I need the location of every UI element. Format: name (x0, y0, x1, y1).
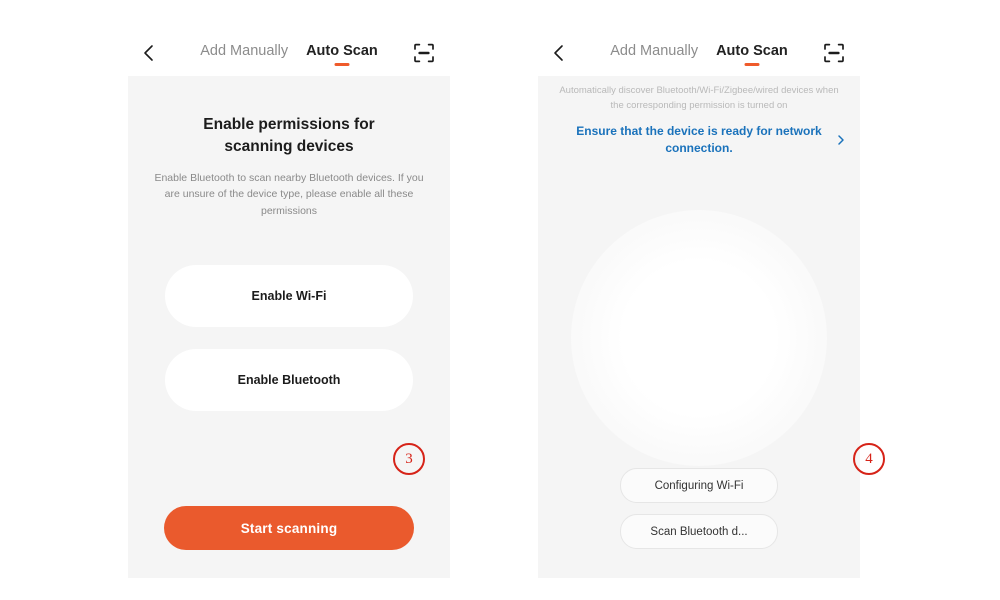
callout-badge-4: 4 (853, 443, 885, 475)
back-icon[interactable] (548, 42, 570, 64)
tab-auto-scan[interactable]: Auto Scan (716, 43, 788, 66)
scan-frame-icon[interactable] (822, 41, 846, 65)
callout-badge-3-label: 3 (405, 450, 413, 467)
device-ready-link-label: Ensure that the device is ready for netw… (576, 124, 822, 156)
start-scanning-label: Start scanning (240, 520, 338, 536)
phone-panel-left: Add Manually Auto Scan Enable permission… (128, 30, 450, 578)
configuring-wifi-label: Configuring Wi-Fi (654, 479, 744, 492)
back-icon[interactable] (138, 42, 160, 64)
page-description: Enable Bluetooth to scan nearby Bluetoot… (154, 172, 424, 217)
enable-wifi-button[interactable]: Enable Wi-Fi (165, 264, 413, 327)
tab-auto-scan-label: Auto Scan (716, 43, 788, 59)
tab-group-left: Add Manually Auto Scan (200, 43, 378, 66)
scan-bluetooth-button[interactable]: Scan Bluetooth d... (620, 514, 778, 549)
page-title: Enable permissions for scanning devices (203, 116, 375, 155)
tab-active-underline (334, 63, 350, 66)
enable-bluetooth-label: Enable Bluetooth (237, 372, 341, 387)
scan-frame-icon[interactable] (412, 41, 436, 65)
header-bar-right: Add Manually Auto Scan (538, 30, 860, 76)
callout-badge-4-label: 4 (865, 450, 873, 467)
callout-badge-3: 3 (393, 443, 425, 475)
enable-wifi-label: Enable Wi-Fi (251, 288, 327, 303)
start-scanning-button[interactable]: Start scanning (164, 506, 414, 550)
configuring-wifi-button[interactable]: Configuring Wi-Fi (620, 468, 778, 503)
tab-auto-scan-label: Auto Scan (306, 43, 378, 59)
scan-bluetooth-label: Scan Bluetooth d... (650, 525, 748, 538)
phone-panel-right: Add Manually Auto Scan Automatically dis… (538, 30, 860, 578)
tab-add-manually[interactable]: Add Manually (610, 43, 698, 63)
auto-scan-description: Automatically discover Bluetooth/Wi-Fi/Z… (559, 85, 839, 111)
tab-add-manually[interactable]: Add Manually (200, 43, 288, 63)
tab-active-underline (744, 63, 760, 66)
tab-add-manually-label: Add Manually (610, 43, 699, 59)
content-area-left: Enable permissions for scanning devices … (128, 76, 450, 578)
content-area-right: Automatically discover Bluetooth/Wi-Fi/Z… (538, 76, 860, 578)
radar-scan-animation (571, 210, 827, 466)
chevron-right-icon (836, 133, 846, 147)
header-bar-left: Add Manually Auto Scan (128, 30, 450, 76)
tab-add-manually-label: Add Manually (200, 43, 289, 59)
tab-auto-scan[interactable]: Auto Scan (306, 43, 378, 66)
enable-bluetooth-button[interactable]: Enable Bluetooth (165, 348, 413, 411)
tab-group-right: Add Manually Auto Scan (610, 43, 788, 66)
radar-center-dot (696, 335, 702, 341)
device-ready-link[interactable]: Ensure that the device is ready for netw… (556, 123, 844, 157)
